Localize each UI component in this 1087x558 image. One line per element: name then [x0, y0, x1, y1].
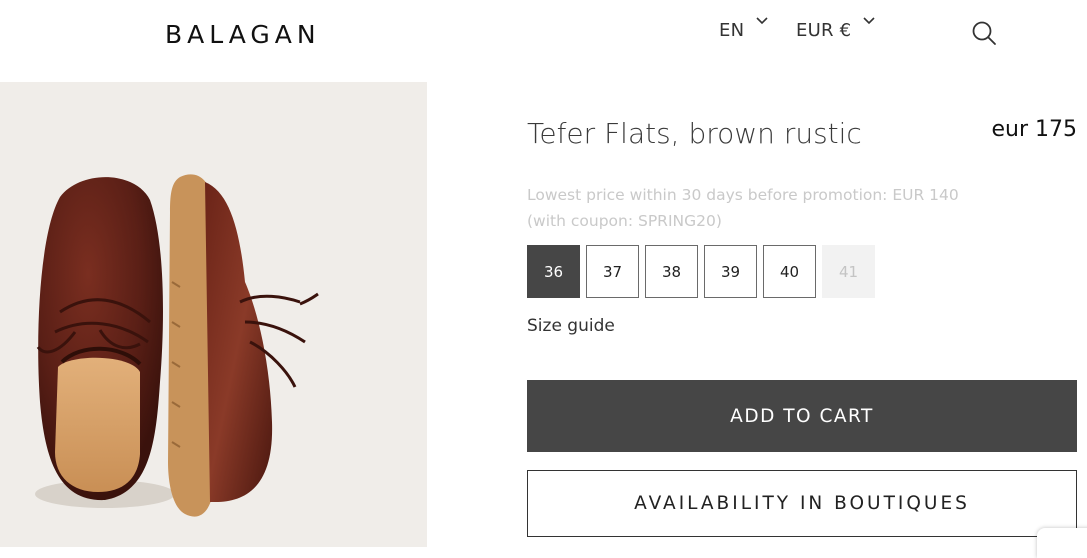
promotion-note-line: Lowest price within 30 days before promo… [527, 186, 959, 204]
size-option-41: 41 [822, 245, 875, 298]
size-option-36[interactable]: 36 [527, 245, 580, 298]
product-price: eur 175 [991, 117, 1077, 142]
shoe-illustration [35, 174, 319, 517]
chat-widget-tab[interactable] [1037, 528, 1087, 558]
size-option-37[interactable]: 37 [586, 245, 639, 298]
brand-logo[interactable]: BALAGAN [165, 20, 321, 49]
availability-in-boutiques-button[interactable]: AVAILABILITY IN BOUTIQUES [527, 470, 1077, 537]
search-icon[interactable] [970, 19, 998, 47]
product-title: Tefer Flats, brown rustic [527, 117, 862, 150]
size-option-39[interactable]: 39 [704, 245, 757, 298]
language-selector[interactable]: EN [719, 17, 768, 41]
size-option-38[interactable]: 38 [645, 245, 698, 298]
add-to-cart-button[interactable]: ADD TO CART [527, 380, 1077, 452]
chevron-down-icon [863, 17, 875, 25]
site-header: BALAGAN EN EUR € [0, 0, 1087, 80]
size-guide-link[interactable]: Size guide [527, 316, 615, 336]
size-selector: 36 37 38 39 40 41 [527, 245, 875, 298]
coupon-note-line: (with coupon: SPRING20) [527, 212, 722, 230]
promotion-note: Lowest price within 30 days before promo… [527, 182, 959, 234]
chevron-down-icon [756, 17, 768, 25]
size-option-40[interactable]: 40 [763, 245, 816, 298]
currency-label: EUR € [796, 20, 852, 41]
product-image[interactable] [0, 82, 427, 547]
currency-selector[interactable]: EUR € [796, 17, 875, 41]
language-label: EN [719, 20, 745, 41]
